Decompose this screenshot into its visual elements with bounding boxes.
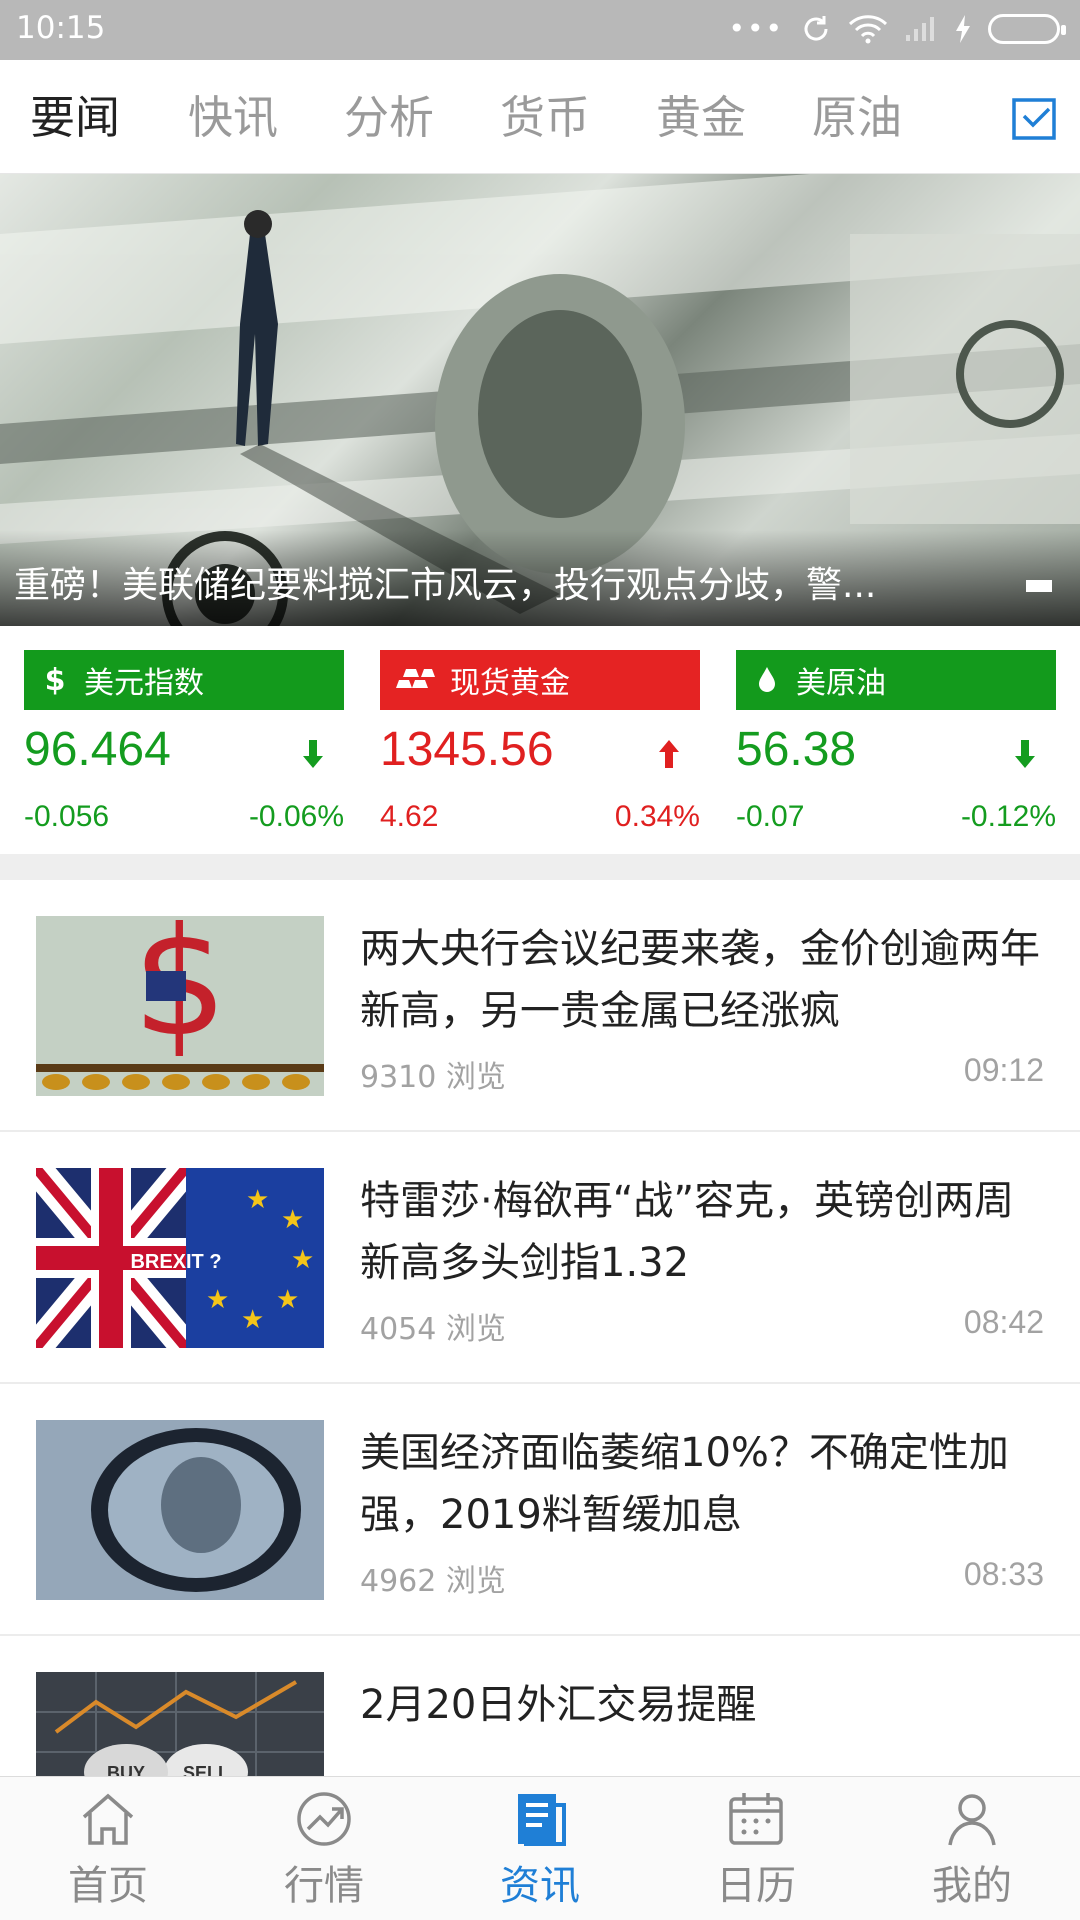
- quote-change: -0.07: [736, 800, 805, 833]
- magnifier-bill-image: [36, 1420, 324, 1600]
- brexit-label: BREXIT ?: [130, 1251, 221, 1273]
- tab-headlines[interactable]: 要闻: [30, 90, 120, 146]
- quote-header: 美原油: [736, 650, 1056, 710]
- arrow-down-icon: [1015, 740, 1035, 768]
- nav-label: 首页: [68, 1863, 148, 1909]
- carousel-indicator: [1026, 580, 1052, 592]
- news-time: 08:33: [963, 1556, 1044, 1592]
- quote-card-spot-gold[interactable]: 现货黄金 1345.56 4.62 0.34%: [380, 650, 700, 840]
- calendar-icon: [729, 1793, 783, 1845]
- tab-gold[interactable]: 黄金: [656, 90, 746, 146]
- quote-card-usd-index[interactable]: $ 美元指数 96.464 -0.056 -0.06%: [24, 650, 344, 840]
- news-time: 09:12: [963, 1052, 1044, 1088]
- abacus-dollar-image: $: [36, 916, 324, 1096]
- tab-flash[interactable]: 快讯: [188, 90, 278, 146]
- arrow-down-icon: [303, 740, 323, 768]
- bottom-navigation: 首页 行情 资讯 日历 我的: [0, 1776, 1080, 1920]
- quote-header: 现货黄金: [380, 650, 700, 710]
- charging-icon: [956, 15, 970, 43]
- edit-tabs-icon[interactable]: [1010, 96, 1058, 142]
- svg-text:★: ★: [206, 1285, 229, 1315]
- svg-text:★: ★: [291, 1245, 314, 1275]
- nav-news[interactable]: 资讯: [470, 1791, 610, 1911]
- news-item[interactable]: ★ ★ ★ ★ ★ ★ BREXIT ? 特雷莎·梅欲再“战”容克，英镑创两周新高多头剑…: [0, 1132, 1080, 1384]
- nav-label: 我的: [932, 1863, 1012, 1909]
- sync-icon: [804, 16, 828, 41]
- quote-change: -0.056: [24, 800, 110, 833]
- arrow-up-icon: [659, 740, 679, 768]
- tab-crude-oil[interactable]: 原油: [812, 90, 902, 146]
- gold-bars-icon: [396, 669, 435, 688]
- battery-icon: [988, 14, 1066, 44]
- nav-label: 资讯: [500, 1863, 580, 1909]
- headline-banner[interactable]: 重磅！美联储纪要料搅汇市风云，投行观点分歧，警...: [0, 174, 1080, 626]
- dollar-icon: $: [44, 662, 66, 698]
- banner-caption: 重磅！美联储纪要料搅汇市风云，投行观点分歧，警...: [14, 565, 877, 606]
- status-time: 10:15: [16, 10, 106, 46]
- quote-name: 美元指数: [84, 666, 204, 701]
- news-icon: [518, 1794, 566, 1846]
- quote-price: 56.38: [736, 723, 857, 776]
- news-item[interactable]: 美国经济面临萎缩10%？不确定性加强，2019料暂缓加息 4962 浏览 08:…: [0, 1384, 1080, 1636]
- quote-price: 96.464: [24, 723, 171, 776]
- svg-text:★: ★: [246, 1185, 269, 1215]
- quote-card-us-crude[interactable]: 美原油 56.38 -0.07 -0.12%: [736, 650, 1056, 840]
- home-icon: [82, 1793, 134, 1845]
- signal-icon: [906, 17, 934, 41]
- news-item[interactable]: $ 两大央行会议纪要来袭，金价创逾两年新高，另一贵金属已经涨疯 9310 浏览 …: [0, 880, 1080, 1132]
- nav-home[interactable]: 首页: [38, 1791, 178, 1911]
- nav-profile[interactable]: 我的: [902, 1791, 1042, 1911]
- nav-market[interactable]: 行情: [254, 1791, 394, 1911]
- news-title: 特雷莎·梅欲再“战”容克，英镑创两周新高多头剑指1.32: [360, 1178, 1015, 1286]
- quote-percent: -0.12%: [960, 800, 1056, 833]
- tab-analysis[interactable]: 分析: [344, 90, 434, 146]
- app-screen: 10:15 ••• 要闻 快讯 分析 货币 黄金 原油 重磅！美联储纪要料搅汇市…: [0, 0, 1080, 1920]
- section-divider: [0, 854, 1080, 880]
- news-views: 4054 浏览: [360, 1312, 506, 1347]
- market-quotes: $ 美元指数 96.464 -0.056 -0.06% 现货黄金 1345.56…: [0, 626, 1080, 854]
- news-thumbnail: $: [36, 916, 324, 1096]
- nav-label: 行情: [284, 1863, 364, 1909]
- quote-change: 4.62: [380, 800, 439, 833]
- news-thumbnail: ★ ★ ★ ★ ★ ★ BREXIT ?: [36, 1168, 324, 1348]
- news-views: 9310 浏览: [360, 1060, 506, 1095]
- news-title: 两大央行会议纪要来袭，金价创逾两年新高，另一贵金属已经涨疯: [360, 926, 1040, 1034]
- quote-name: 现货黄金: [450, 666, 570, 701]
- user-icon: [948, 1794, 996, 1846]
- news-views: 4962 浏览: [360, 1564, 506, 1599]
- status-icons: •••: [728, 12, 1066, 46]
- more-dots-icon: •••: [728, 12, 784, 45]
- news-title: 美国经济面临萎缩10%？不确定性加强，2019料暂缓加息: [360, 1430, 1009, 1538]
- status-bar: 10:15 •••: [0, 0, 1080, 60]
- wifi-icon: [848, 15, 888, 44]
- quote-percent: -0.06%: [248, 800, 344, 833]
- news-thumbnail: [36, 1420, 324, 1600]
- quote-price: 1345.56: [380, 723, 554, 776]
- quote-header: $ 美元指数: [24, 650, 344, 710]
- news-title: 2月20日外汇交易提醒: [360, 1682, 757, 1728]
- svg-text:★: ★: [241, 1305, 264, 1335]
- category-tabs: 要闻 快讯 分析 货币 黄金 原油: [0, 60, 1080, 174]
- news-list: $ 两大央行会议纪要来袭，金价创逾两年新高，另一贵金属已经涨疯 9310 浏览 …: [0, 880, 1080, 1888]
- quote-percent: 0.34%: [614, 800, 700, 833]
- svg-text:★: ★: [276, 1285, 299, 1315]
- nav-label: 日历: [716, 1863, 796, 1909]
- oil-drop-icon: [759, 667, 775, 692]
- quote-name: 美原油: [796, 666, 886, 701]
- svg-text:★: ★: [281, 1205, 304, 1235]
- trend-icon: [297, 1792, 351, 1846]
- news-time: 08:42: [963, 1304, 1044, 1340]
- tab-currency[interactable]: 货币: [500, 90, 590, 146]
- brexit-flags-image: ★ ★ ★ ★ ★ ★ BREXIT ?: [36, 1168, 324, 1348]
- nav-calendar[interactable]: 日历: [686, 1791, 826, 1911]
